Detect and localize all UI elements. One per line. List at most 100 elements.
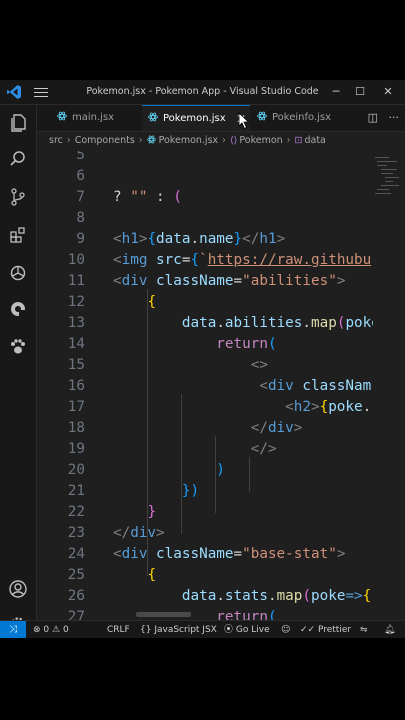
minimap[interactable] bbox=[373, 151, 405, 620]
code-line: 20 ) bbox=[37, 462, 373, 483]
line-number: 21 bbox=[67, 483, 85, 499]
split-editor-icon[interactable]: ◫ bbox=[368, 111, 378, 124]
line-number: 17 bbox=[67, 399, 85, 415]
line-number: 12 bbox=[67, 294, 85, 310]
extensions-icon[interactable] bbox=[8, 225, 28, 245]
line-number: 16 bbox=[67, 378, 85, 394]
code-line: 21 }) bbox=[37, 483, 373, 504]
code-line: 11 <div className="abilities"> bbox=[37, 273, 373, 294]
line-number: 5 bbox=[76, 151, 85, 163]
eol-indicator[interactable]: CRLF bbox=[107, 621, 130, 638]
minimize-icon[interactable]: ─ bbox=[328, 84, 344, 100]
more-actions-icon[interactable]: ··· bbox=[389, 111, 400, 124]
error-count: 0 bbox=[43, 625, 50, 635]
window-title: Pokemon.jsx - Pokemon App - Visual Studi… bbox=[86, 86, 319, 97]
activity-bar bbox=[0, 105, 37, 633]
breadcrumb-components[interactable]: Components bbox=[75, 135, 135, 146]
double-check-icon: ✓✓ bbox=[300, 625, 316, 635]
line-number: 14 bbox=[67, 336, 85, 352]
close-window-icon[interactable]: ✕ bbox=[380, 84, 396, 100]
symbol-icon: ⊡ bbox=[294, 135, 303, 146]
react-icon bbox=[148, 112, 158, 122]
line-number: 9 bbox=[76, 231, 85, 247]
breadcrumb-file[interactable]: Pokemon.jsx bbox=[159, 135, 219, 146]
code-line: 22 } bbox=[37, 504, 373, 525]
code-line: 23 </div> bbox=[37, 525, 373, 546]
explorer-icon[interactable] bbox=[8, 113, 28, 133]
code-line: 24 <div className="base-stat"> bbox=[37, 546, 373, 567]
paw-icon[interactable] bbox=[8, 337, 28, 357]
code-line: 7? "" : ( bbox=[37, 189, 373, 210]
code-line: 17 <h2>{poke. bbox=[37, 399, 373, 420]
tab-label: Pokeinfo.jsx bbox=[272, 112, 332, 123]
breadcrumb-symbol[interactable]: data bbox=[304, 135, 325, 146]
line-number: 25 bbox=[67, 567, 85, 583]
line-number: 23 bbox=[67, 525, 85, 541]
line-number: 22 bbox=[67, 504, 85, 520]
title-bar: Pokemon.jsx - Pokemon App - Visual Studi… bbox=[0, 80, 405, 105]
code-line: 9 <h1>{data.name}</h1> bbox=[37, 231, 373, 252]
source-control-icon[interactable] bbox=[8, 187, 28, 207]
line-number: 6 bbox=[76, 168, 85, 184]
vscode-window: Pokemon.jsx - Pokemon App - Visual Studi… bbox=[0, 80, 405, 638]
maximize-icon[interactable]: ☐ bbox=[352, 84, 368, 100]
braces-icon: {} bbox=[140, 625, 152, 635]
problems-indicator[interactable]: ⊗ 0 ⚠ 0 bbox=[33, 621, 69, 638]
code-editor[interactable]: 5 6 7? "" : ( 8 9 <h1>{data.name}</h1> 10… bbox=[37, 151, 373, 620]
react-icon bbox=[257, 111, 267, 121]
remote-icon[interactable]: ⤨ bbox=[0, 621, 26, 638]
code-line: 25 { bbox=[37, 567, 373, 588]
prettier-button[interactable]: ✓✓ Prettier bbox=[300, 621, 351, 638]
mouse-cursor-icon bbox=[238, 112, 250, 130]
breadcrumb: src › Components › Pokemon.jsx › ⟨⟩ Pokemon › ⊡ da… bbox=[49, 135, 326, 146]
code-line: 6 bbox=[37, 168, 373, 189]
react-icon bbox=[57, 111, 67, 121]
line-number: 20 bbox=[67, 462, 85, 478]
code-line: 14 return( bbox=[37, 336, 373, 357]
line-number: 10 bbox=[67, 252, 85, 268]
quokka-icon[interactable] bbox=[8, 299, 28, 319]
code-line: 8 bbox=[37, 210, 373, 231]
go-live-label: Go Live bbox=[235, 625, 270, 635]
prettier-label: Prettier bbox=[317, 625, 352, 635]
breadcrumb-component[interactable]: Pokemon bbox=[239, 135, 282, 146]
code-line: 19 </> bbox=[37, 441, 373, 462]
code-line: 27 return( bbox=[37, 609, 373, 620]
error-icon: ⊗ bbox=[33, 625, 41, 635]
code-line: 16 <div classNam bbox=[37, 378, 373, 399]
tab-actions: ◫ ··· bbox=[368, 111, 399, 124]
line-number: 15 bbox=[67, 357, 85, 373]
line-number: 26 bbox=[67, 588, 85, 604]
tab-label: Pokemon.jsx bbox=[163, 113, 226, 124]
tab-pokemon-jsx[interactable]: Pokemon.jsx ✕ bbox=[142, 105, 250, 131]
feedback-icon[interactable]: ⇋ bbox=[360, 621, 368, 638]
tab-main-jsx[interactable]: main.jsx bbox=[51, 105, 141, 131]
line-number: 19 bbox=[67, 441, 85, 457]
line-number: 11 bbox=[67, 273, 85, 289]
code-line: 12 { bbox=[37, 294, 373, 315]
status-bar: ⤨ ⊗ 0 ⚠ 0 CRLF {} JavaScript JSX ⦿ Go Li… bbox=[0, 620, 405, 638]
horizontal-scrollbar[interactable] bbox=[136, 612, 191, 617]
warning-count: 0 bbox=[62, 625, 69, 635]
editor-tabs: main.jsx Pokemon.jsx ✕ Pokeinfo.jsx ◫ ··… bbox=[37, 105, 405, 132]
react-icon bbox=[146, 135, 156, 144]
line-number: 18 bbox=[67, 420, 85, 436]
notifications-icon[interactable]: 🔔︎ bbox=[384, 621, 395, 638]
account-icon[interactable] bbox=[8, 579, 28, 599]
warning-icon: ⚠ bbox=[52, 625, 61, 635]
openai-icon[interactable] bbox=[8, 263, 28, 283]
code-line: 5 bbox=[37, 151, 373, 168]
tab-pokeinfo-jsx[interactable]: Pokeinfo.jsx bbox=[251, 105, 351, 131]
line-number: 13 bbox=[67, 315, 85, 331]
copilot-icon[interactable]: ☺ bbox=[281, 621, 290, 638]
search-icon[interactable] bbox=[8, 149, 28, 169]
language-label: JavaScript JSX bbox=[154, 625, 217, 635]
code-line: 10 <img src={`https://raw.githubu bbox=[37, 252, 373, 273]
line-number: 7 bbox=[76, 189, 85, 205]
code-line: 26 data.stats.map(poke=>{ bbox=[37, 588, 373, 609]
line-number: 8 bbox=[76, 210, 85, 226]
go-live-button[interactable]: ⦿ Go Live bbox=[224, 621, 270, 638]
language-mode[interactable]: {} JavaScript JSX bbox=[140, 621, 217, 638]
breadcrumb-src[interactable]: src bbox=[49, 135, 63, 146]
code-line: 13 data.abilities.map(poke bbox=[37, 315, 373, 336]
